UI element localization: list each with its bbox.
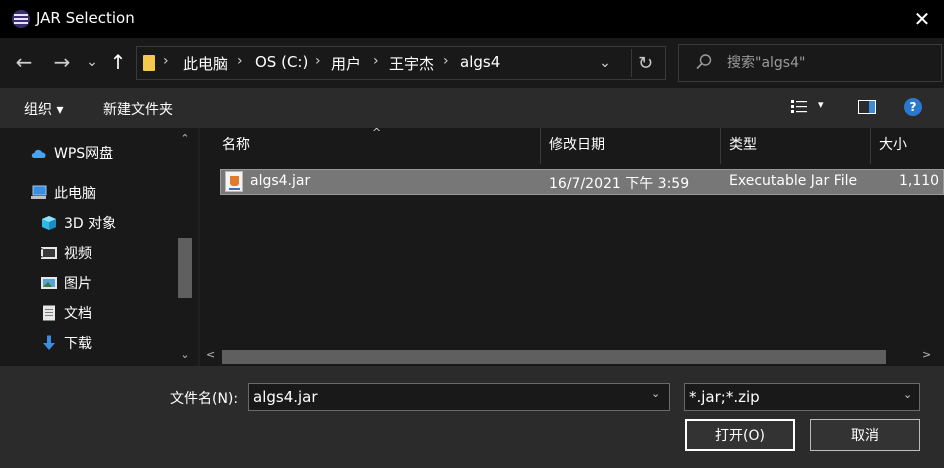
open-button[interactable]: 打开(O) [685,419,795,451]
address-bar[interactable]: › 此电脑 › OS (C:) › 用户 › 王宇杰 › algs4 ⌄ ↻ [136,46,666,80]
jar-file-icon [225,171,243,192]
picture-icon [41,277,57,289]
scroll-down-arrow-icon[interactable]: ⌄ [176,348,194,364]
eclipse-app-icon [12,10,30,28]
file-date-modified: 16/7/2021 下午 3:59 [549,176,690,192]
toolbar: 组织 ▾ 新建文件夹 ▾ ? [0,88,944,128]
sidebar-item-label: 图片 [64,276,92,292]
column-header-label: 名称 [222,137,250,153]
preview-pane-icon[interactable] [858,100,876,114]
back-button[interactable]: ← [10,48,38,76]
breadcrumb-os-drive[interactable]: OS (C:) [255,53,308,71]
sidebar-item-label: 视频 [64,246,92,262]
file-type-dropdown-icon[interactable]: ⌄ [903,388,912,401]
sidebar-item-pictures[interactable]: 图片 [40,271,92,295]
sidebar-item-3d-objects[interactable]: 3D 对象 [40,211,116,235]
download-icon [43,335,55,350]
address-dropdown-icon[interactable]: ⌄ [593,51,617,75]
navigation-pane: WPS网盘 此电脑 3D 对象 视频 图片 文档 下载 ⌃ ⌄ [0,128,198,366]
sidebar-item-this-pc[interactable]: 此电脑 [30,181,96,205]
file-list: 名称 ^ 修改日期 类型 大小 algs4.jar 16/7/2021 下午 3… [200,128,944,366]
scroll-right-arrow-icon[interactable]: > [922,348,936,361]
view-options-dropdown-icon[interactable]: ▾ [818,98,824,111]
breadcrumb-this-pc[interactable]: 此电脑 [183,53,228,74]
file-type-select[interactable]: *.jar;*.zip ⌄ [684,383,920,411]
breadcrumb-separator: › [237,53,243,69]
filename-input[interactable] [253,387,643,407]
column-header-label: 大小 [879,137,907,153]
sidebar-item-label: 文档 [64,306,92,322]
video-icon [41,247,57,259]
cube-3d-icon [42,216,56,230]
horizontal-scroll-thumb[interactable] [222,350,886,364]
filename-dropdown-icon[interactable]: ⌄ [651,387,660,400]
filename-label: 文件名(N): [170,391,239,407]
sidebar-item-label: 3D 对象 [64,216,117,232]
breadcrumb-users[interactable]: 用户 [331,53,361,74]
recent-locations-button[interactable]: ⌄ [80,48,104,76]
breadcrumb-separator: › [163,53,169,69]
document-icon [43,305,55,321]
folder-icon [143,55,155,71]
scroll-up-arrow-icon[interactable]: ⌃ [176,132,194,148]
sidebar-item-videos[interactable]: 视频 [40,241,92,265]
filename-combobox[interactable]: ⌄ [248,383,670,411]
help-icon[interactable]: ? [904,98,922,116]
breadcrumb-separator: › [315,53,321,69]
table-row[interactable]: algs4.jar 16/7/2021 下午 3:59 Executable J… [220,169,944,195]
forward-button[interactable]: → [48,48,76,76]
window-title: JAR Selection [36,9,135,27]
sidebar-item-label: WPS网盘 [54,146,114,162]
sidebar-item-label: 下载 [64,336,92,352]
breadcrumb-separator: › [443,53,449,69]
column-header-label: 修改日期 [549,137,605,153]
close-button[interactable]: ✕ [900,0,944,38]
breadcrumb-algs4[interactable]: algs4 [460,53,500,71]
refresh-button[interactable]: ↻ [631,49,659,77]
horizontal-scrollbar[interactable]: < > [200,346,944,366]
new-folder-button[interactable]: 新建文件夹 [103,99,173,119]
organize-menu-button[interactable]: 组织 ▾ [24,99,63,119]
navigation-bar: ← → ⌄ ↑ › 此电脑 › OS (C:) › 用户 › 王宇杰 › alg… [0,38,944,88]
up-button[interactable]: ↑ [104,48,132,76]
dialog-footer: 文件名(N): ⌄ *.jar;*.zip ⌄ 打开(O) 取消 [0,366,944,468]
search-icon [696,54,712,70]
column-header-size[interactable]: 大小 [871,128,944,164]
file-name: algs4.jar [250,173,311,189]
view-details-icon[interactable] [790,99,808,115]
scroll-left-arrow-icon[interactable]: < [206,348,220,361]
column-header-label: 类型 [729,137,757,153]
sidebar-scrollbar[interactable]: ⌃ ⌄ [176,128,194,366]
computer-icon [31,185,47,199]
title-bar: JAR Selection ✕ [0,0,944,38]
breadcrumb-user-folder[interactable]: 王宇杰 [389,53,434,74]
sort-ascending-icon: ^ [372,128,382,139]
file-type-value: *.jar;*.zip [689,388,760,406]
search-input[interactable] [727,53,927,73]
column-header-date-modified[interactable]: 修改日期 [541,128,721,164]
file-size: 1,110 [899,173,940,189]
sidebar-item-wps-drive[interactable]: WPS网盘 [30,141,113,165]
cloud-icon [31,149,46,158]
sidebar-scroll-thumb[interactable] [178,238,192,298]
sidebar-item-downloads[interactable]: 下载 [40,331,92,355]
column-header-type[interactable]: 类型 [721,128,871,164]
search-box[interactable] [678,44,942,82]
sidebar-item-documents[interactable]: 文档 [40,301,92,325]
sidebar-item-label: 此电脑 [54,186,96,202]
cancel-button[interactable]: 取消 [810,419,920,451]
file-type: Executable Jar File [729,173,858,189]
breadcrumb-separator: › [373,53,379,69]
